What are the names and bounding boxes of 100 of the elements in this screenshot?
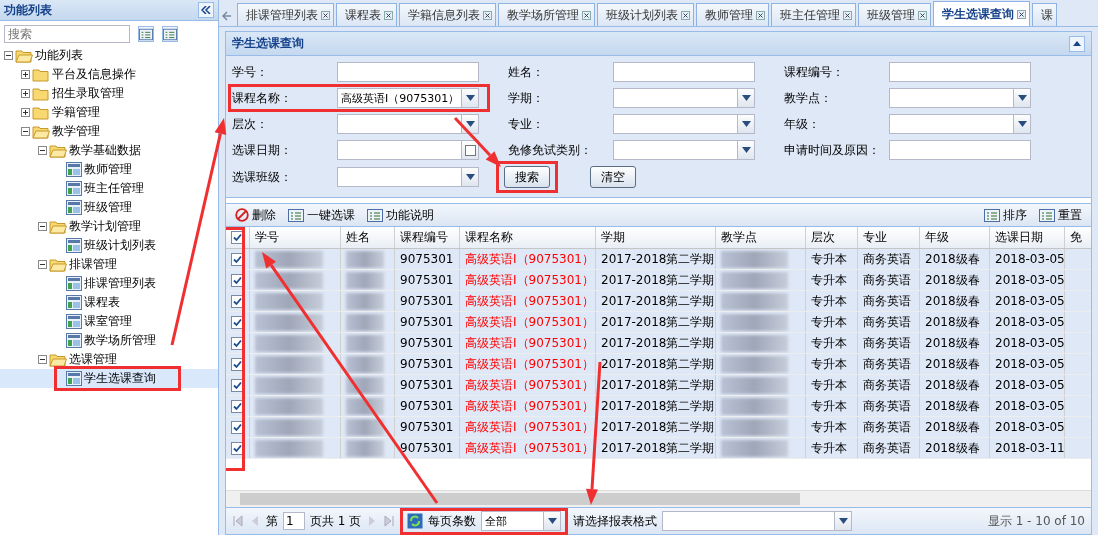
- close-icon[interactable]: [483, 10, 492, 20]
- table-row[interactable]: 9075301 高级英语I（9075301） 2017-2018第二学期 专升本 商务英语 2018级春 2018-03-05: [226, 396, 1091, 417]
- close-icon[interactable]: [756, 10, 765, 20]
- tab[interactable]: 课程表: [336, 3, 397, 26]
- tab[interactable]: 学生选课查询: [933, 1, 1030, 26]
- table-row[interactable]: 9075301 高级英语I（9075301） 2017-2018第二学期 专升本 商务英语 2018级春 2018-03-05: [226, 417, 1091, 438]
- table-row[interactable]: 9075301 高级英语I（9075301） 2017-2018第二学期 专升本 商务英语 2018级春 2018-03-11: [226, 438, 1091, 459]
- tree-item[interactable]: 课程表: [0, 293, 218, 312]
- column-header[interactable]: 姓名: [341, 227, 395, 248]
- collapse-icon[interactable]: [21, 127, 30, 136]
- toolbar-button[interactable]: 一键选课: [285, 205, 358, 225]
- tree-item[interactable]: 教学管理: [0, 122, 218, 141]
- tab[interactable]: 班主任管理: [771, 3, 856, 26]
- close-icon[interactable]: [843, 10, 852, 20]
- tab[interactable]: 教师管理: [696, 3, 769, 26]
- tree-item[interactable]: 班主任管理: [0, 179, 218, 198]
- tab[interactable]: 班级管理: [858, 3, 931, 26]
- column-header[interactable]: 层次: [806, 227, 858, 248]
- collapse-icon[interactable]: [38, 222, 47, 231]
- tree-item[interactable]: 班级计划列表: [0, 236, 218, 255]
- tree-item[interactable]: 平台及信息操作: [0, 65, 218, 84]
- tree-item[interactable]: 教师管理: [0, 160, 218, 179]
- dropdown-field[interactable]: 全部: [481, 511, 562, 531]
- tree-item[interactable]: 教学基础数据: [0, 141, 218, 160]
- tab[interactable]: 排课管理列表: [237, 3, 334, 26]
- table-row[interactable]: 9075301 高级英语I（9075301） 2017-2018第二学期 专升本 商务英语 2018级春 2018-03-05: [226, 312, 1091, 333]
- input-field[interactable]: [613, 62, 755, 82]
- clear-button[interactable]: 清空: [590, 166, 636, 188]
- tree-item[interactable]: 学生选课查询: [0, 369, 218, 388]
- column-header[interactable]: 学号: [250, 227, 341, 248]
- tree-item[interactable]: 课室管理: [0, 312, 218, 331]
- collapse-icon[interactable]: [38, 146, 47, 155]
- table-row[interactable]: 9075301 高级英语I（9075301） 2017-2018第二学期 专升本 商务英语 2018级春 2018-03-05: [226, 333, 1091, 354]
- refresh-icon[interactable]: [407, 513, 424, 529]
- close-icon[interactable]: [1017, 9, 1026, 19]
- table-row[interactable]: 9075301 高级英语I（9075301） 2017-2018第二学期 专升本 商务英语 2018级春 2018-03-05: [226, 270, 1091, 291]
- expand-icon[interactable]: [21, 89, 30, 98]
- column-header[interactable]: 年级: [920, 227, 990, 248]
- date-field[interactable]: [337, 140, 479, 160]
- input-field[interactable]: [889, 140, 1031, 160]
- table-row[interactable]: 9075301 高级英语I（9075301） 2017-2018第二学期 专升本 商务英语 2018级春 2018-03-05: [226, 375, 1091, 396]
- column-header[interactable]: 教学点: [716, 227, 806, 248]
- input-field[interactable]: [889, 62, 1031, 82]
- tree-item[interactable]: 班级管理: [0, 198, 218, 217]
- column-header[interactable]: 专业: [858, 227, 920, 248]
- toolbar-button[interactable]: 删除: [232, 205, 279, 225]
- tree-item[interactable]: 排课管理列表: [0, 274, 218, 293]
- collapse-button[interactable]: [1069, 35, 1085, 52]
- input-field[interactable]: [337, 62, 479, 82]
- table-row[interactable]: 9075301 高级英语I（9075301） 2017-2018第二学期 专升本 商务英语 2018级春 2018-03-05: [226, 291, 1091, 312]
- search-button[interactable]: 搜索: [504, 166, 550, 188]
- dropdown-field[interactable]: [613, 140, 755, 160]
- page-field[interactable]: 1: [283, 512, 305, 530]
- tab[interactable]: 班级计划列表: [597, 3, 694, 26]
- expand-icon[interactable]: [21, 70, 30, 79]
- tree-item[interactable]: 排课管理: [0, 255, 218, 274]
- tree-item[interactable]: 招生录取管理: [0, 84, 218, 103]
- column-header[interactable]: 课程名称: [460, 227, 596, 248]
- dropdown-field[interactable]: [613, 88, 755, 108]
- tab[interactable]: 学籍信息列表: [399, 3, 496, 26]
- dropdown-field[interactable]: [662, 511, 853, 531]
- table-row[interactable]: 9075301 高级英语I（9075301） 2017-2018第二学期 专升本 商务英语 2018级春 2018-03-05: [226, 249, 1091, 270]
- collapse-icon[interactable]: [38, 355, 47, 364]
- close-icon[interactable]: [918, 10, 927, 20]
- expand-icon[interactable]: [21, 108, 30, 117]
- close-icon[interactable]: [582, 10, 591, 20]
- tree-list-button[interactable]: [162, 26, 178, 42]
- toolbar-button[interactable]: 功能说明: [364, 205, 437, 225]
- tree-item[interactable]: 选课管理: [0, 350, 218, 369]
- collapse-button[interactable]: [198, 2, 214, 18]
- column-header[interactable]: 学期: [596, 227, 716, 248]
- close-icon[interactable]: [384, 10, 393, 20]
- tree-item[interactable]: 学籍管理: [0, 103, 218, 122]
- tree-item[interactable]: 教学计划管理: [0, 217, 218, 236]
- dropdown-field[interactable]: [889, 88, 1031, 108]
- dropdown-field[interactable]: 高级英语I（9075301）: [337, 88, 479, 108]
- dropdown-field[interactable]: [337, 167, 479, 187]
- collapse-icon[interactable]: [38, 260, 47, 269]
- horizontal-scrollbar[interactable]: [226, 490, 1091, 507]
- toolbar-button[interactable]: 重置: [1036, 205, 1085, 225]
- tree-expand-button[interactable]: [138, 26, 154, 42]
- toolbar-button[interactable]: 排序: [981, 205, 1030, 225]
- column-header[interactable]: 免: [1065, 227, 1091, 248]
- close-icon[interactable]: [321, 10, 330, 20]
- dropdown-field[interactable]: [889, 114, 1031, 134]
- table-cell: 2018-03-05: [990, 291, 1065, 311]
- dropdown-field[interactable]: [337, 114, 479, 134]
- table-cell: 专升本: [806, 312, 858, 332]
- dropdown-field[interactable]: [613, 114, 755, 134]
- table-row[interactable]: 9075301 高级英语I（9075301） 2017-2018第二学期 专升本 商务英语 2018级春 2018-03-05: [226, 354, 1091, 375]
- close-icon[interactable]: [681, 10, 690, 20]
- search-field[interactable]: 搜索: [4, 25, 130, 43]
- tree-item[interactable]: 功能列表: [0, 46, 218, 65]
- column-header[interactable]: 课程编号: [395, 227, 460, 248]
- table-cell: 9075301: [395, 249, 460, 269]
- tree-item[interactable]: 教学场所管理: [0, 331, 218, 350]
- tab[interactable]: 教学场所管理: [498, 3, 595, 26]
- column-header[interactable]: 选课日期: [990, 227, 1065, 248]
- collapse-icon[interactable]: [4, 51, 13, 60]
- tab[interactable]: 课: [1032, 3, 1057, 26]
